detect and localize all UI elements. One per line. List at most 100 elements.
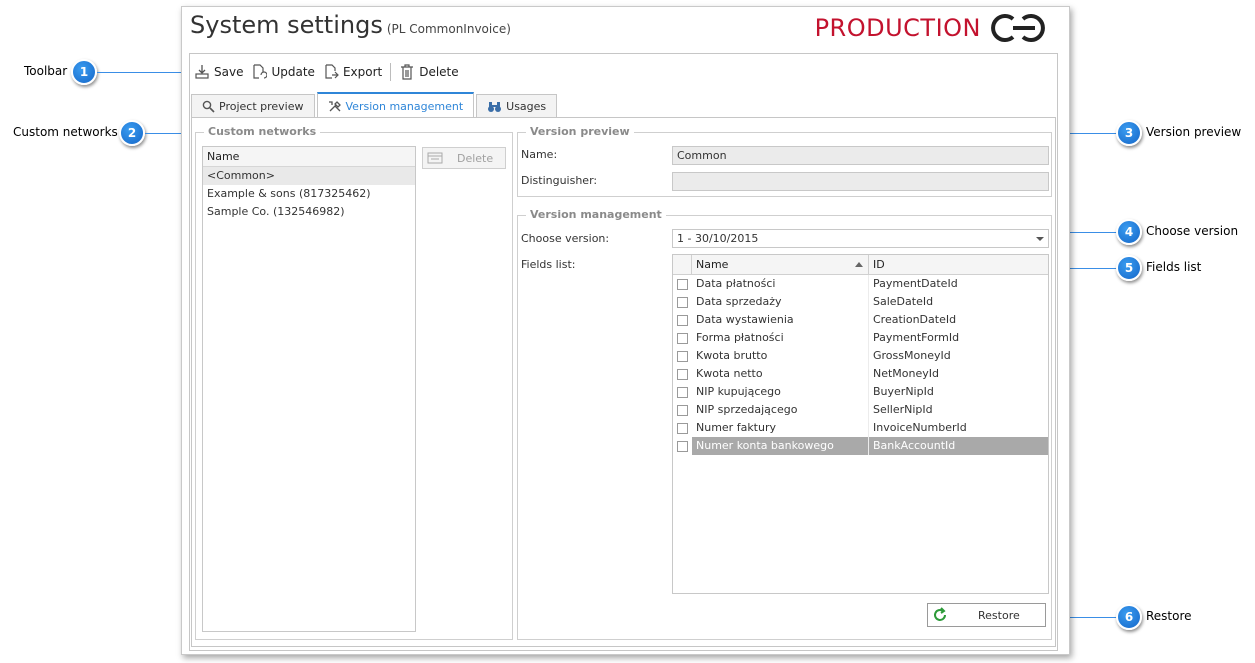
delete-network-button[interactable]: Delete	[422, 147, 506, 169]
field-id-cell: SellerNipId	[873, 403, 933, 416]
table-row[interactable]: Kwota brutto GrossMoneyId	[673, 347, 1048, 365]
row-checkbox[interactable]	[673, 419, 692, 437]
field-id-cell: PaymentDateId	[873, 277, 958, 290]
toolbar-separator	[390, 63, 392, 81]
checkbox-box[interactable]	[677, 404, 688, 416]
list-item[interactable]: Example & sons (817325462)	[203, 185, 415, 203]
callout-line-1	[97, 72, 189, 73]
callout-badge-6: 6	[1116, 604, 1142, 630]
fields-list-grid[interactable]: Name ID Data płatności PaymentDateId Data …	[672, 254, 1049, 594]
delete-button[interactable]: Delete	[399, 64, 459, 80]
distinguisher-field[interactable]	[672, 172, 1049, 191]
row-checkbox[interactable]	[673, 401, 692, 419]
checkbox-box[interactable]	[677, 422, 688, 434]
row-checkbox[interactable]	[673, 383, 692, 401]
table-row[interactable]: Forma płatności PaymentFormId	[673, 329, 1048, 347]
table-row[interactable]: Kwota netto NetMoneyId	[673, 365, 1048, 383]
row-checkbox[interactable]	[673, 437, 692, 455]
restore-button[interactable]: Restore	[927, 603, 1046, 627]
checkbox-box[interactable]	[677, 350, 688, 362]
field-id-cell: InvoiceNumberId	[873, 421, 967, 434]
update-button[interactable]: Update	[251, 64, 315, 80]
tab-usages[interactable]: Usages	[476, 94, 558, 118]
custom-networks-list[interactable]: Name <Common> Example & sons (817325462)…	[202, 146, 416, 632]
row-checkbox[interactable]	[673, 275, 692, 293]
tab-usages-label: Usages	[506, 100, 547, 113]
callout-badge-1: 1	[71, 59, 97, 85]
custom-networks-title: Custom networks	[204, 125, 321, 138]
field-name-cell: Forma płatności	[692, 329, 869, 347]
name-column-header[interactable]: Name	[692, 255, 869, 274]
custom-networks-header[interactable]: Name	[203, 147, 415, 167]
field-id-cell: NetMoneyId	[873, 367, 940, 380]
fields-list-body: Data płatności PaymentDateId Data sprzedaż…	[673, 275, 1048, 455]
field-id-cell: GrossMoneyId	[873, 349, 951, 362]
callout-label-restore: Restore	[1146, 609, 1192, 623]
table-row[interactable]: Data płatności PaymentDateId	[673, 275, 1048, 293]
checkbox-box[interactable]	[677, 386, 688, 398]
callout-label-toolbar: Toolbar	[24, 64, 68, 78]
choose-version-select[interactable]: 1 - 30/10/2015	[672, 229, 1049, 248]
table-row[interactable]: Data sprzedaży SaleDateId	[673, 293, 1048, 311]
row-checkbox[interactable]	[673, 293, 692, 311]
row-checkbox[interactable]	[673, 311, 692, 329]
table-row[interactable]: NIP sprzedającego SellerNipId	[673, 401, 1048, 419]
tab-version-management-label: Version management	[345, 99, 464, 113]
delete-label: Delete	[419, 65, 459, 79]
field-name-cell: Data sprzedaży	[692, 293, 869, 311]
table-row[interactable]: Numer konta bankowego BankAccountId	[673, 437, 1048, 455]
field-name-cell: NIP sprzedającego	[692, 401, 869, 419]
callout-badge-5: 5	[1116, 255, 1142, 281]
id-column-header[interactable]: ID	[869, 255, 1048, 274]
checkbox-box[interactable]	[677, 296, 688, 308]
callout-label-choose-version: Choose version	[1146, 224, 1239, 238]
row-checkbox[interactable]	[673, 347, 692, 365]
checkbox-box[interactable]	[677, 368, 688, 380]
trash-icon	[401, 64, 414, 80]
table-row[interactable]: NIP kupującego BuyerNipId	[673, 383, 1048, 401]
checkbox-column-header[interactable]	[673, 255, 692, 274]
name-field[interactable]: Common	[672, 146, 1049, 165]
sort-ascending-icon	[855, 262, 863, 267]
version-preview-title: Version preview	[526, 125, 634, 138]
checkbox-box[interactable]	[677, 440, 688, 452]
table-row[interactable]: Data wystawienia CreationDateId	[673, 311, 1048, 329]
field-id-cell: CreationDateId	[873, 313, 957, 326]
field-name-cell: Numer konta bankowego	[692, 437, 869, 455]
list-item[interactable]: <Common>	[203, 167, 415, 185]
callout-label-version-preview: Version preview	[1146, 125, 1242, 139]
field-name-cell: Data wystawienia	[692, 311, 869, 329]
custom-networks-group: Custom networks Name <Common> Example & …	[195, 125, 513, 640]
tab-page-version-management: Custom networks Name <Common> Example & …	[191, 117, 1056, 647]
export-icon	[325, 64, 339, 79]
list-item[interactable]: Sample Co. (132546982)	[203, 203, 415, 221]
help-screenshot: Toolbar 1 Custom networks 2 3 Version pr…	[0, 0, 1255, 663]
tab-project-preview-label: Project preview	[219, 100, 304, 113]
export-label: Export	[342, 65, 383, 79]
choose-version-value: 1 - 30/10/2015	[677, 232, 759, 245]
settings-window: System settings (PL CommonInvoice) PRODUC…	[181, 6, 1070, 655]
chevron-down-icon[interactable]	[1036, 237, 1044, 241]
update-icon	[253, 64, 268, 79]
field-id-cell: SaleDateId	[873, 295, 934, 308]
version-management-group: Version management Choose version: 1 - 3…	[517, 208, 1052, 640]
table-row[interactable]: Numer faktury InvoiceNumberId	[673, 419, 1048, 437]
field-name-cell: Numer faktury	[692, 419, 869, 437]
window-title: System settings (PL CommonInvoice)	[190, 11, 511, 39]
version-management-title: Version management	[526, 208, 666, 221]
row-checkbox[interactable]	[673, 365, 692, 383]
tools-icon	[328, 100, 341, 111]
checkbox-box[interactable]	[677, 278, 688, 290]
row-checkbox[interactable]	[673, 329, 692, 347]
brand-logo-icon	[991, 14, 1045, 42]
checkbox-box[interactable]	[677, 314, 688, 326]
field-id-cell: BankAccountId	[869, 437, 1048, 455]
callout-label-custom-networks: Custom networks	[13, 125, 118, 139]
save-button[interactable]: Save	[194, 64, 243, 80]
tab-version-management[interactable]: Version management	[316, 92, 475, 118]
checkbox-box[interactable]	[677, 332, 688, 344]
tab-project-preview[interactable]: Project preview	[191, 94, 315, 118]
field-name-cell: Kwota brutto	[692, 347, 869, 365]
binoculars-icon	[488, 102, 502, 112]
export-button[interactable]: Export	[323, 64, 382, 80]
